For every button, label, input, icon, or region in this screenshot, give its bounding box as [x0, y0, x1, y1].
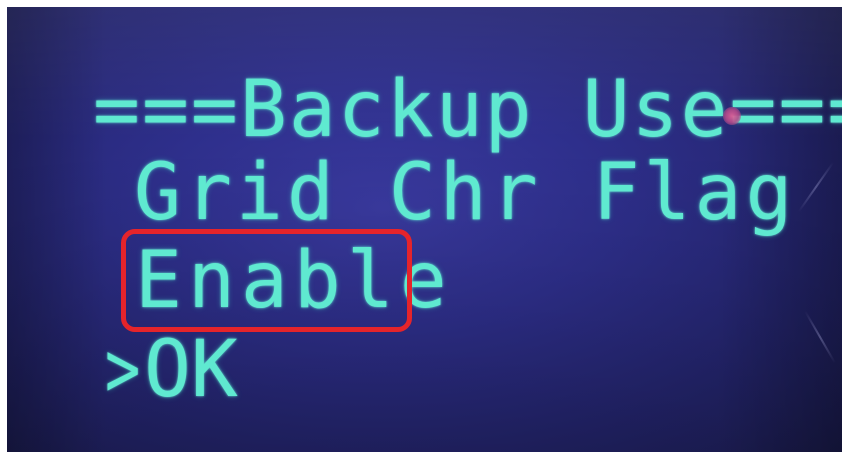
lcd-screen: ===Backup Use=== Grid Chr Flag Enable >O…	[7, 7, 842, 452]
screen-scratch	[797, 161, 835, 213]
photo-frame: ===Backup Use=== Grid Chr Flag Enable >O…	[0, 0, 842, 459]
cursor-icon: >	[105, 325, 141, 415]
confirm-ok-item[interactable]: >OK	[105, 327, 238, 413]
value-highlight-annotation	[121, 229, 412, 332]
setting-label: Grid Chr Flag	[134, 148, 797, 238]
screen-scratch	[804, 310, 836, 364]
confirm-ok-label: OK	[143, 325, 238, 415]
light-glare-spot	[723, 107, 741, 125]
